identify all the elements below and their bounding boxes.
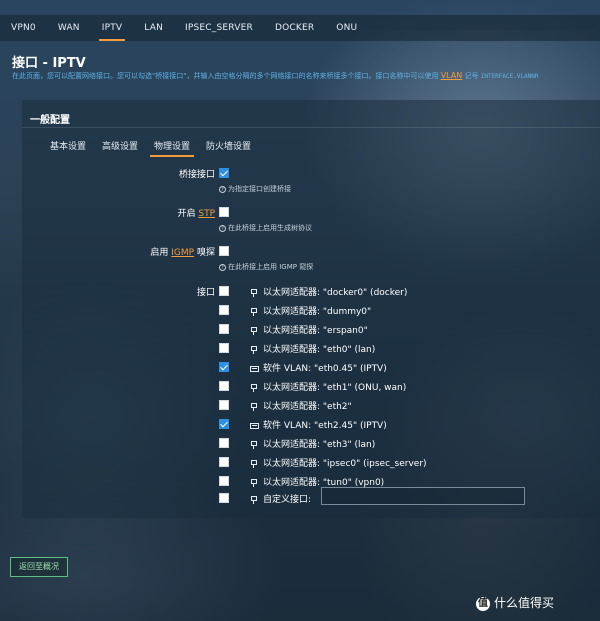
bridge-hint: ? 为指定接口创建桥接 bbox=[219, 184, 291, 194]
iface-label: 以太网适配器: "eth2" bbox=[263, 402, 352, 412]
iface-label: 以太网适配器: "erspan0" bbox=[263, 326, 368, 336]
ethernet-icon bbox=[250, 307, 260, 316]
tab-onu[interactable]: ONU bbox=[325, 15, 368, 41]
page-title: 接口 - IPTV bbox=[12, 56, 86, 71]
iface-item: 以太网适配器: "eth2" bbox=[250, 399, 352, 412]
ethernet-icon bbox=[250, 495, 260, 504]
watermark: 值什么值得买 bbox=[476, 594, 554, 611]
igmp-hint: ? 在此桥接上启用 IGMP 窥探 bbox=[219, 262, 313, 272]
igmp-hint-text: 在此桥接上启用 IGMP 窥探 bbox=[228, 263, 314, 271]
ethernet-icon bbox=[250, 402, 260, 411]
iface-label: 以太网适配器: "eth3" (lan) bbox=[263, 440, 376, 450]
igmp-checkbox[interactable] bbox=[219, 246, 229, 256]
subtab-physical[interactable]: 物理设置 bbox=[146, 139, 198, 157]
iface-checkbox-dummy0[interactable] bbox=[219, 305, 229, 315]
iface-label: 以太网适配器: "eth1" (ONU, wan) bbox=[263, 383, 407, 393]
divider bbox=[22, 127, 600, 128]
subtab-firewall[interactable]: 防火墙设置 bbox=[198, 139, 259, 157]
custom-iface-item: 自定义接口: bbox=[250, 492, 311, 505]
tab-iptv[interactable]: IPTV bbox=[91, 15, 134, 41]
top-tab-bar: VPN0 WAN IPTV LAN IPSEC_SERVER DOCKER ON… bbox=[0, 15, 600, 41]
ethernet-icon bbox=[250, 383, 260, 392]
iface-checkbox-custom[interactable] bbox=[219, 493, 229, 503]
iface-checkbox-ipsec0[interactable] bbox=[219, 457, 229, 467]
iface-checkbox-erspan0[interactable] bbox=[219, 324, 229, 334]
igmp-label-text: 嗅探 bbox=[196, 248, 215, 258]
stp-checkbox[interactable] bbox=[219, 207, 229, 217]
stp-label-text: 开启 bbox=[177, 209, 196, 219]
stp-link[interactable]: STP bbox=[198, 209, 215, 219]
watermark-logo-icon: 值 bbox=[476, 596, 490, 611]
help-icon: ? bbox=[219, 263, 226, 271]
tab-lan[interactable]: LAN bbox=[133, 15, 174, 41]
tab-ipsec-server[interactable]: IPSEC_SERVER bbox=[174, 15, 264, 41]
iface-label: 以太网适配器: "eth0" (lan) bbox=[263, 345, 376, 355]
bridge-hint-text: 为指定接口创建桥接 bbox=[228, 185, 291, 193]
back-to-overview-button[interactable]: 返回至概况 bbox=[10, 557, 68, 577]
ethernet-icon bbox=[250, 288, 260, 297]
bridge-label: 桥接接口 bbox=[178, 170, 215, 180]
section-title: 一般配置 bbox=[30, 115, 70, 126]
iface-checkbox-eth0[interactable] bbox=[219, 343, 229, 353]
subtab-advanced[interactable]: 高级设置 bbox=[94, 139, 146, 157]
interfaces-label: 接口 bbox=[196, 288, 215, 298]
iface-checkbox-eth2-45[interactable] bbox=[219, 419, 229, 429]
vlan-link[interactable]: VLAN bbox=[441, 71, 463, 80]
iface-item: 以太网适配器: "ipsec0" (ipsec_server) bbox=[250, 456, 427, 469]
help-icon: ? bbox=[219, 185, 226, 193]
tab-wan[interactable]: WAN bbox=[47, 15, 91, 41]
iface-item: 以太网适配器: "eth0" (lan) bbox=[250, 342, 375, 355]
iface-item: 软件 VLAN: "eth2.45" (IPTV) bbox=[250, 418, 387, 431]
iface-checkbox-eth3[interactable] bbox=[219, 438, 229, 448]
iface-checkbox-docker0[interactable] bbox=[219, 286, 229, 296]
iface-label: 软件 VLAN: "eth0.45" (IPTV) bbox=[263, 364, 387, 374]
iface-label: 以太网适配器: "ipsec0" (ipsec_server) bbox=[263, 459, 427, 469]
iface-label: 以太网适配器: "docker0" (docker) bbox=[263, 288, 408, 298]
ethernet-icon bbox=[250, 345, 260, 354]
iface-item: 以太网适配器: "erspan0" bbox=[250, 323, 368, 336]
iface-label: 软件 VLAN: "eth2.45" (IPTV) bbox=[263, 421, 387, 431]
iface-item: 软件 VLAN: "eth0.45" (IPTV) bbox=[250, 361, 387, 374]
ethernet-icon bbox=[250, 326, 260, 335]
iface-checkbox-eth1[interactable] bbox=[219, 381, 229, 391]
watermark-text: 什么值得买 bbox=[494, 596, 555, 610]
ethernet-icon bbox=[250, 478, 260, 487]
iface-item: 以太网适配器: "eth3" (lan) bbox=[250, 437, 375, 450]
iface-item: 以太网适配器: "docker0" (docker) bbox=[250, 285, 407, 298]
custom-iface-input[interactable] bbox=[321, 487, 525, 505]
stp-hint-text: 在此桥接上启用生成树协议 bbox=[228, 224, 312, 232]
vlan-icon bbox=[250, 422, 260, 430]
iface-checkbox-eth0-45[interactable] bbox=[219, 362, 229, 372]
ethernet-icon bbox=[250, 440, 260, 449]
page-description: 在此页面，您可以配置网络接口。您可以勾选"桥接接口"，并输入由空格分隔的多个网络… bbox=[12, 71, 600, 81]
bridge-checkbox[interactable] bbox=[219, 168, 229, 178]
stp-label: 开启 STP bbox=[95, 206, 215, 219]
ethernet-icon bbox=[250, 459, 260, 468]
tab-docker[interactable]: DOCKER bbox=[264, 15, 325, 41]
description-text: 记号 bbox=[464, 72, 479, 80]
stp-hint: ? 在此桥接上启用生成树协议 bbox=[219, 223, 312, 233]
iface-item: 以太网适配器: "dummy0" bbox=[250, 304, 371, 317]
custom-iface-label: 自定义接口: bbox=[263, 495, 312, 505]
iface-checkbox-tun0[interactable] bbox=[219, 476, 229, 486]
help-icon: ? bbox=[219, 224, 226, 232]
iface-item: 以太网适配器: "eth1" (ONU, wan) bbox=[250, 380, 406, 393]
description-text: 在此页面，您可以配置网络接口。您可以勾选"桥接接口"，并输入由空格分隔的多个网络… bbox=[12, 72, 439, 80]
igmp-link[interactable]: IGMP bbox=[171, 248, 194, 258]
iface-label: 以太网适配器: "dummy0" bbox=[263, 307, 372, 317]
tab-vpn0[interactable]: VPN0 bbox=[0, 15, 47, 41]
igmp-label: 启用 IGMP 嗅探 bbox=[95, 245, 215, 258]
vlan-icon bbox=[250, 365, 260, 373]
iface-checkbox-eth2[interactable] bbox=[219, 400, 229, 410]
sub-tab-bar: 基本设置 高级设置 物理设置 防火墙设置 bbox=[42, 139, 259, 157]
description-code: INTERFACE.VLANNR bbox=[480, 73, 539, 80]
subtab-basic[interactable]: 基本设置 bbox=[42, 139, 94, 157]
igmp-label-text: 启用 bbox=[150, 248, 169, 258]
